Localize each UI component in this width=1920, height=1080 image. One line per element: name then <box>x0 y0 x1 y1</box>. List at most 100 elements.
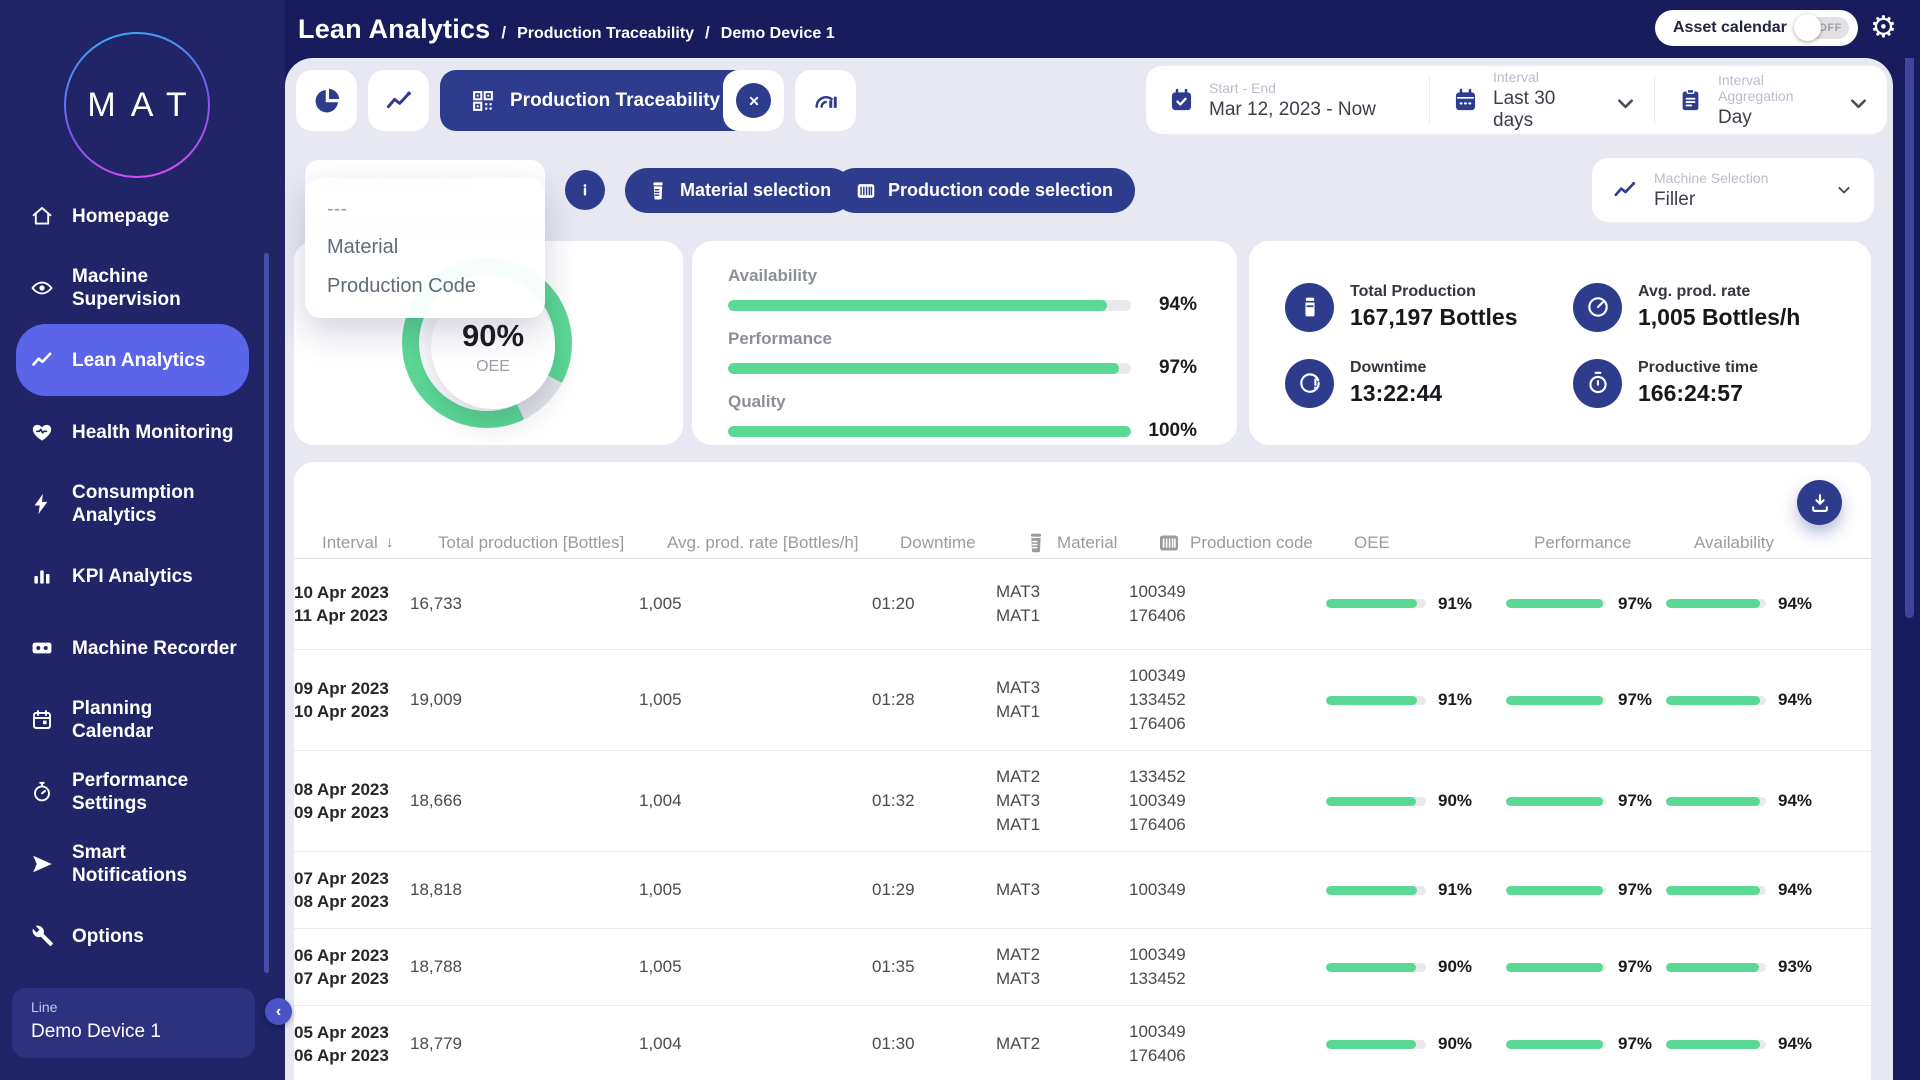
sidebar-collapse-button[interactable]: ‹ <box>265 998 292 1025</box>
sidebar-item-planning[interactable]: Planning Calendar <box>16 684 249 756</box>
interval-control[interactable]: Interval Last 30 days <box>1429 77 1654 123</box>
page-scrollbar[interactable] <box>1905 38 1914 618</box>
row-bar-fill <box>1326 963 1416 972</box>
dropdown-option-production-code[interactable]: Production Code <box>305 275 545 298</box>
row-bar-value: 91% <box>1438 690 1472 710</box>
trend-line-icon <box>1612 177 1638 203</box>
kpi-bar-label: Performance <box>728 329 1197 349</box>
sidebar-item-options[interactable]: Options <box>16 900 249 972</box>
dropdown-option-none[interactable]: --- <box>305 198 545 221</box>
material-cell: MAT3MAT1 <box>996 676 1129 724</box>
production-code-cell: 100349176406 <box>1129 1020 1326 1068</box>
row-bar-track <box>1666 886 1766 895</box>
production-code-selection-button[interactable]: Production code selection <box>833 168 1135 213</box>
row-bar-value: 90% <box>1438 957 1472 977</box>
line-device-card[interactable]: Line Demo Device 1 <box>12 988 255 1058</box>
cassette-icon <box>30 636 54 660</box>
stat-value: 167,197 Bottles <box>1350 304 1517 331</box>
sidebar-item-machine-recorder[interactable]: Machine Recorder <box>16 612 249 684</box>
breadcrumb: Lean Analytics / Production Traceability… <box>298 14 835 45</box>
sidebar-item-health-monitoring[interactable]: Health Monitoring <box>16 396 249 468</box>
sidebar-item-machine[interactable]: Machine Supervision <box>16 252 249 324</box>
sidebar-item-kpi-analytics[interactable]: KPI Analytics <box>16 540 249 612</box>
date-range-control[interactable]: Start - End Mar 12, 2023 - Now <box>1146 77 1429 123</box>
settings-gear-icon[interactable]: ⚙ <box>1870 8 1897 48</box>
sidebar-item-smart[interactable]: Smart Notifications <box>16 828 249 900</box>
sidebar-item-label: Performance Settings <box>72 769 188 815</box>
column-header-total-production-bottles-[interactable]: Total production [Bottles] <box>438 533 667 553</box>
sort-descending-icon[interactable]: ↓ <box>386 534 394 552</box>
dropdown-option-material[interactable]: Material <box>305 236 545 259</box>
material-icon <box>647 180 669 202</box>
barcode-icon <box>1157 531 1182 556</box>
material-cell: MAT2MAT3 <box>996 943 1129 991</box>
trend-view-button[interactable] <box>368 70 429 131</box>
wrench-icon <box>30 924 54 948</box>
kpi-bar-label: Availability <box>728 266 1197 286</box>
sidebar-scrollbar[interactable] <box>264 253 269 973</box>
breadcrumb-device[interactable]: Demo Device 1 <box>721 25 835 43</box>
sidebar-item-lean-analytics[interactable]: Lean Analytics <box>16 324 249 396</box>
interval-cell: 10 Apr 202311 Apr 2023 <box>294 581 410 627</box>
pie-view-button[interactable] <box>296 70 357 131</box>
sidebar-item-performance[interactable]: Performance Settings <box>16 756 249 828</box>
sidebar-item-consumption[interactable]: Consumption Analytics <box>16 468 249 540</box>
downtime-cell: 01:32 <box>872 791 996 811</box>
interval-date: 06 Apr 2023 <box>294 944 410 967</box>
row-bar-fill <box>1666 696 1760 705</box>
table-row[interactable]: 10 Apr 202311 Apr 202316,7331,00501:20MA… <box>294 558 1871 650</box>
column-header-downtime[interactable]: Downtime <box>900 533 1024 553</box>
table-row[interactable]: 05 Apr 202306 Apr 202318,7791,00401:30MA… <box>294 1006 1871 1080</box>
column-header-oee[interactable]: OEE <box>1354 533 1534 553</box>
material-value: MAT3 <box>996 878 1129 902</box>
gauge-bars-icon <box>811 86 841 116</box>
production-code-value: 100349 <box>1129 580 1326 604</box>
sidebar-item-homepage[interactable]: Homepage <box>16 180 249 252</box>
production-traceability-tab[interactable]: Production Traceability <box>440 70 750 131</box>
column-header-production-code[interactable]: Production code <box>1157 531 1354 556</box>
machine-selection-field[interactable]: Machine Selection Filler <box>1592 158 1874 222</box>
interval-date: 07 Apr 2023 <box>294 867 410 890</box>
asset-calendar-toggle[interactable]: OFF <box>1797 17 1849 39</box>
download-button[interactable] <box>1797 480 1842 525</box>
calendar-check-icon <box>1168 87 1195 114</box>
row-bar-fill <box>1666 797 1760 806</box>
table-row[interactable]: 07 Apr 202308 Apr 202318,8181,00501:29MA… <box>294 852 1871 929</box>
material-selection-button[interactable]: Material selection <box>625 168 853 213</box>
kpi-bar-value: 94% <box>1145 294 1197 316</box>
production-code-value: 100349 <box>1129 1020 1326 1044</box>
row-bar-fill <box>1326 886 1417 895</box>
material-cell: MAT2MAT3MAT1 <box>996 765 1129 837</box>
gauge-report-button[interactable] <box>795 70 856 131</box>
column-header-interval[interactable]: Interval ↓ <box>322 533 438 553</box>
top-bar: Lean Analytics / Production Traceability… <box>0 0 1920 58</box>
row-bar-track <box>1506 886 1606 895</box>
material-value: MAT3 <box>996 580 1129 604</box>
aggregation-control[interactable]: Interval Aggregation Day <box>1654 77 1887 123</box>
column-header-performance[interactable]: Performance <box>1534 533 1694 553</box>
info-button[interactable] <box>565 170 605 210</box>
row-bar-fill <box>1506 797 1603 806</box>
table-row[interactable]: 09 Apr 202310 Apr 202319,0091,00501:28MA… <box>294 650 1871 751</box>
column-header-label: Total production [Bottles] <box>438 533 624 553</box>
row-bar-value: 97% <box>1618 690 1652 710</box>
table-row[interactable]: 08 Apr 202309 Apr 202318,6661,00401:32MA… <box>294 751 1871 852</box>
interval-date: 08 Apr 2023 <box>294 890 410 913</box>
column-header-label: Interval <box>322 533 378 553</box>
production-code-cell: 100349176406 <box>1129 580 1326 628</box>
total-production-cell: 16,733 <box>410 594 639 614</box>
clear-view-button[interactable] <box>723 70 784 131</box>
interval-cell: 05 Apr 202306 Apr 2023 <box>294 1021 410 1067</box>
table-row[interactable]: 06 Apr 202307 Apr 202318,7881,00501:35MA… <box>294 929 1871 1006</box>
stat-label: Avg. prod. rate <box>1638 283 1800 301</box>
stat-productive-time: Productive time166:24:57 <box>1573 345 1861 421</box>
production-traceability-label: Production Traceability <box>510 90 720 112</box>
row-bar-fill <box>1506 963 1603 972</box>
column-header-availability[interactable]: Availability <box>1694 533 1844 553</box>
column-header-material[interactable]: Material <box>1024 531 1157 556</box>
row-bar-fill <box>1506 886 1603 895</box>
availability-cell: 93% <box>1666 957 1816 977</box>
breadcrumb-section[interactable]: Production Traceability <box>517 25 694 43</box>
traceability-table-card: Interval ↓ Total production [Bottles] Avg. … <box>294 462 1871 1080</box>
column-header-avg-prod-rate-bottles-h-[interactable]: Avg. prod. rate [Bottles/h] <box>667 533 900 553</box>
